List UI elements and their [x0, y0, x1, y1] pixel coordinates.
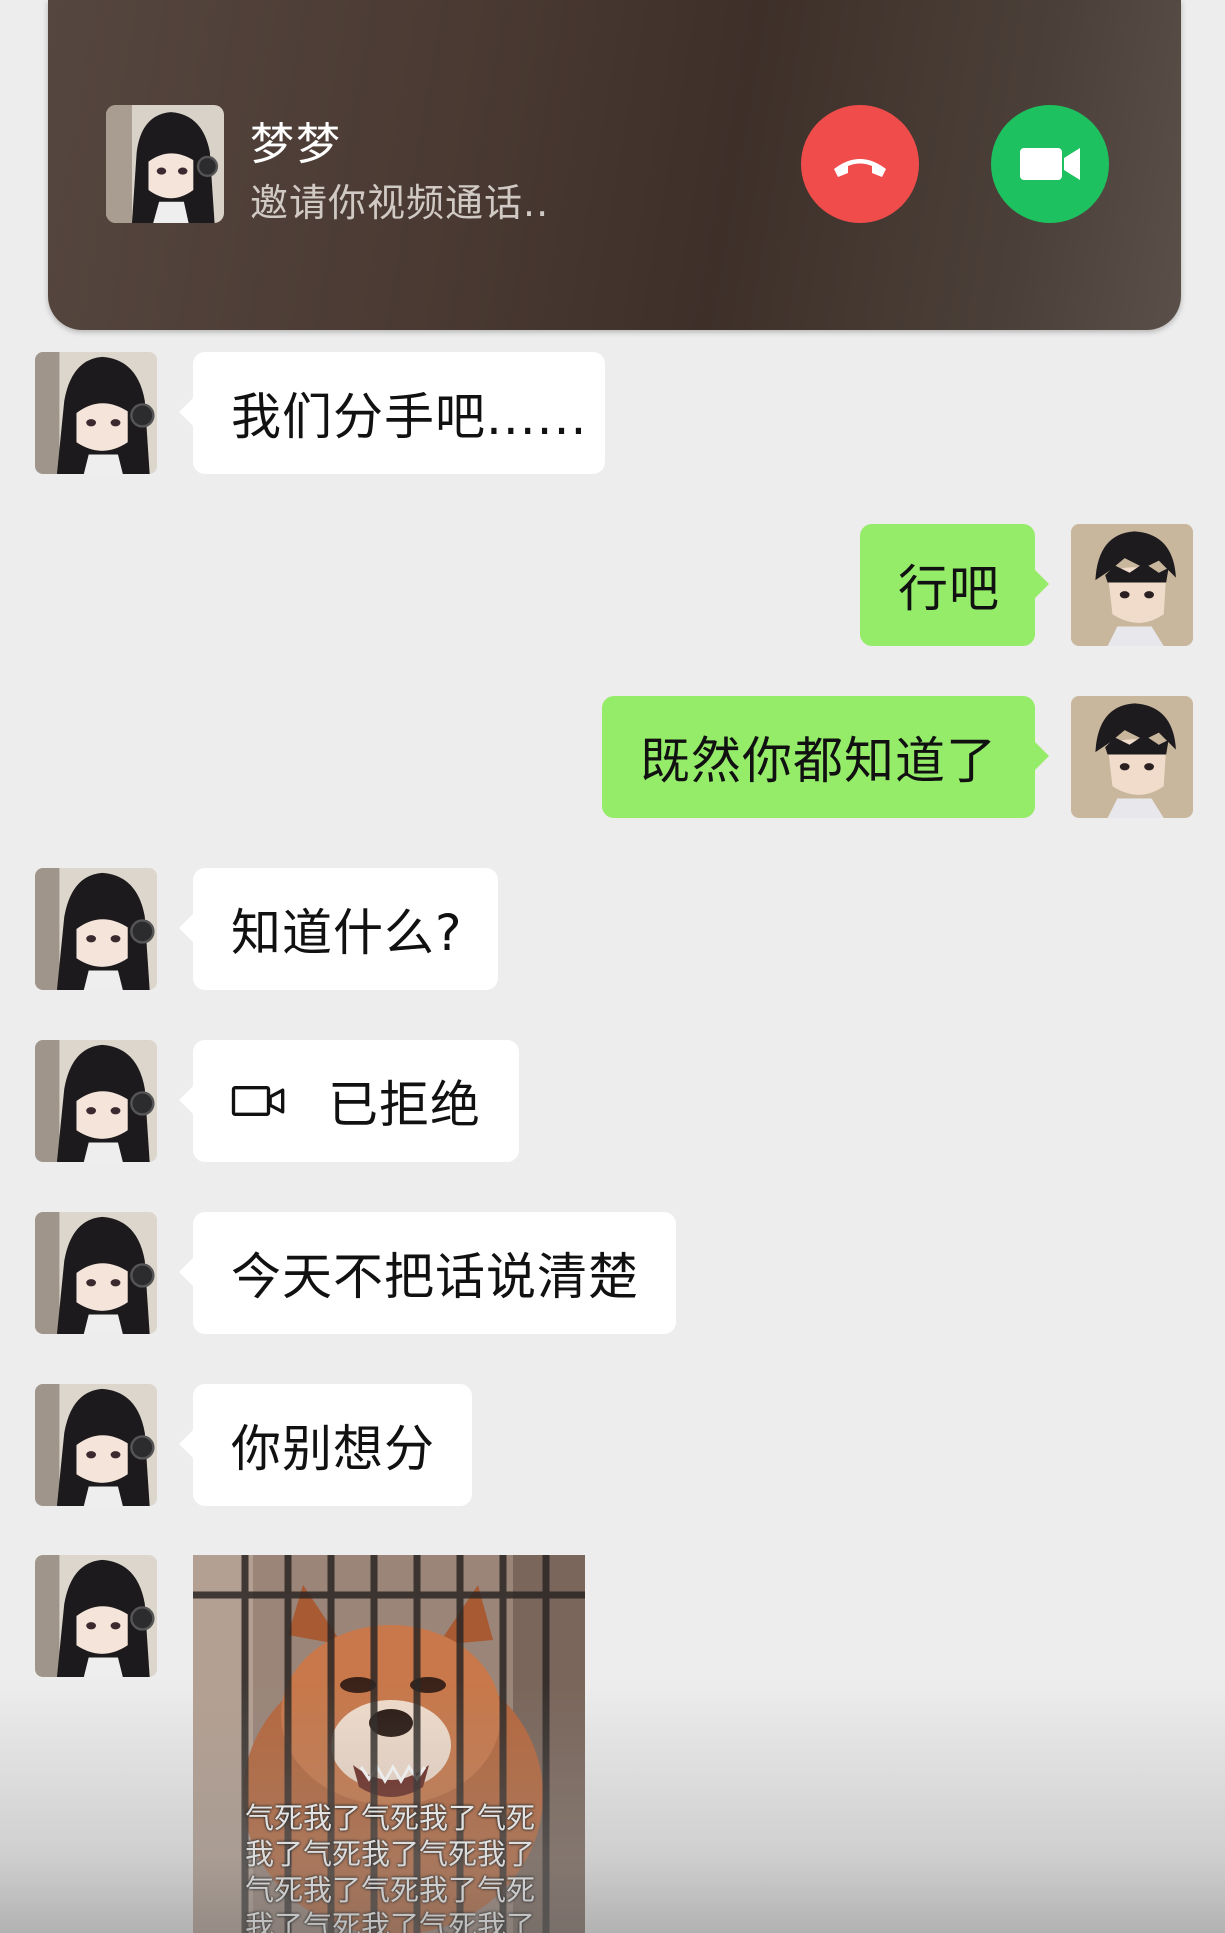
message-bubble[interactable]: 知道什么?	[179, 868, 498, 990]
decline-call-button[interactable]	[801, 105, 919, 223]
message-text: 已拒绝	[328, 1076, 481, 1134]
accept-video-call-button[interactable]	[991, 105, 1109, 223]
self-avatar[interactable]	[1071, 696, 1193, 818]
video-camera-icon	[1020, 148, 1080, 180]
call-record-bubble[interactable]: 已拒绝	[179, 1040, 519, 1162]
message-bubble[interactable]: 我们分手吧......	[179, 352, 605, 474]
message-bubble[interactable]: 既然你都知道了	[602, 696, 1049, 818]
caller-avatar	[106, 105, 224, 223]
contact-avatar[interactable]	[35, 868, 157, 990]
contact-avatar[interactable]	[35, 1040, 157, 1162]
message-text: 你别想分	[231, 1420, 435, 1478]
contact-avatar[interactable]	[35, 1384, 157, 1506]
phone-hangup-icon	[834, 159, 886, 177]
message-bubble[interactable]: 你别想分	[179, 1384, 472, 1506]
caller-name: 梦梦	[250, 119, 342, 170]
message-text: 今天不把话说清楚	[231, 1248, 639, 1306]
message-text: 行吧	[898, 560, 1000, 618]
call-status-text: 邀请你视频通话..	[250, 181, 550, 225]
sticker-caption: 气死我了气死我了气死 我了气死我了气死我了 气死我了气死我了气死 我了气死我了气…	[245, 1801, 536, 1933]
contact-avatar[interactable]	[35, 1212, 157, 1334]
self-avatar[interactable]	[1071, 524, 1193, 646]
message-text: 我们分手吧......	[231, 388, 588, 446]
video-call-icon	[231, 1086, 285, 1116]
message-text: 既然你都知道了	[640, 732, 997, 790]
dog-sticker-image[interactable]: 气死我了气死我了气死 我了气死我了气死我了 气死我了气死我了气死 我了气死我了气…	[193, 1555, 585, 1933]
bottom-gradient-overlay	[0, 1680, 1225, 1933]
incoming-call-banner[interactable]: 梦梦 邀请你视频通话..	[48, 0, 1181, 330]
message-bubble[interactable]: 行吧	[860, 524, 1049, 646]
contact-avatar[interactable]	[35, 1555, 157, 1677]
message-bubble[interactable]: 今天不把话说清楚	[179, 1212, 676, 1334]
contact-avatar[interactable]	[35, 352, 157, 474]
message-text: 知道什么?	[231, 904, 463, 962]
